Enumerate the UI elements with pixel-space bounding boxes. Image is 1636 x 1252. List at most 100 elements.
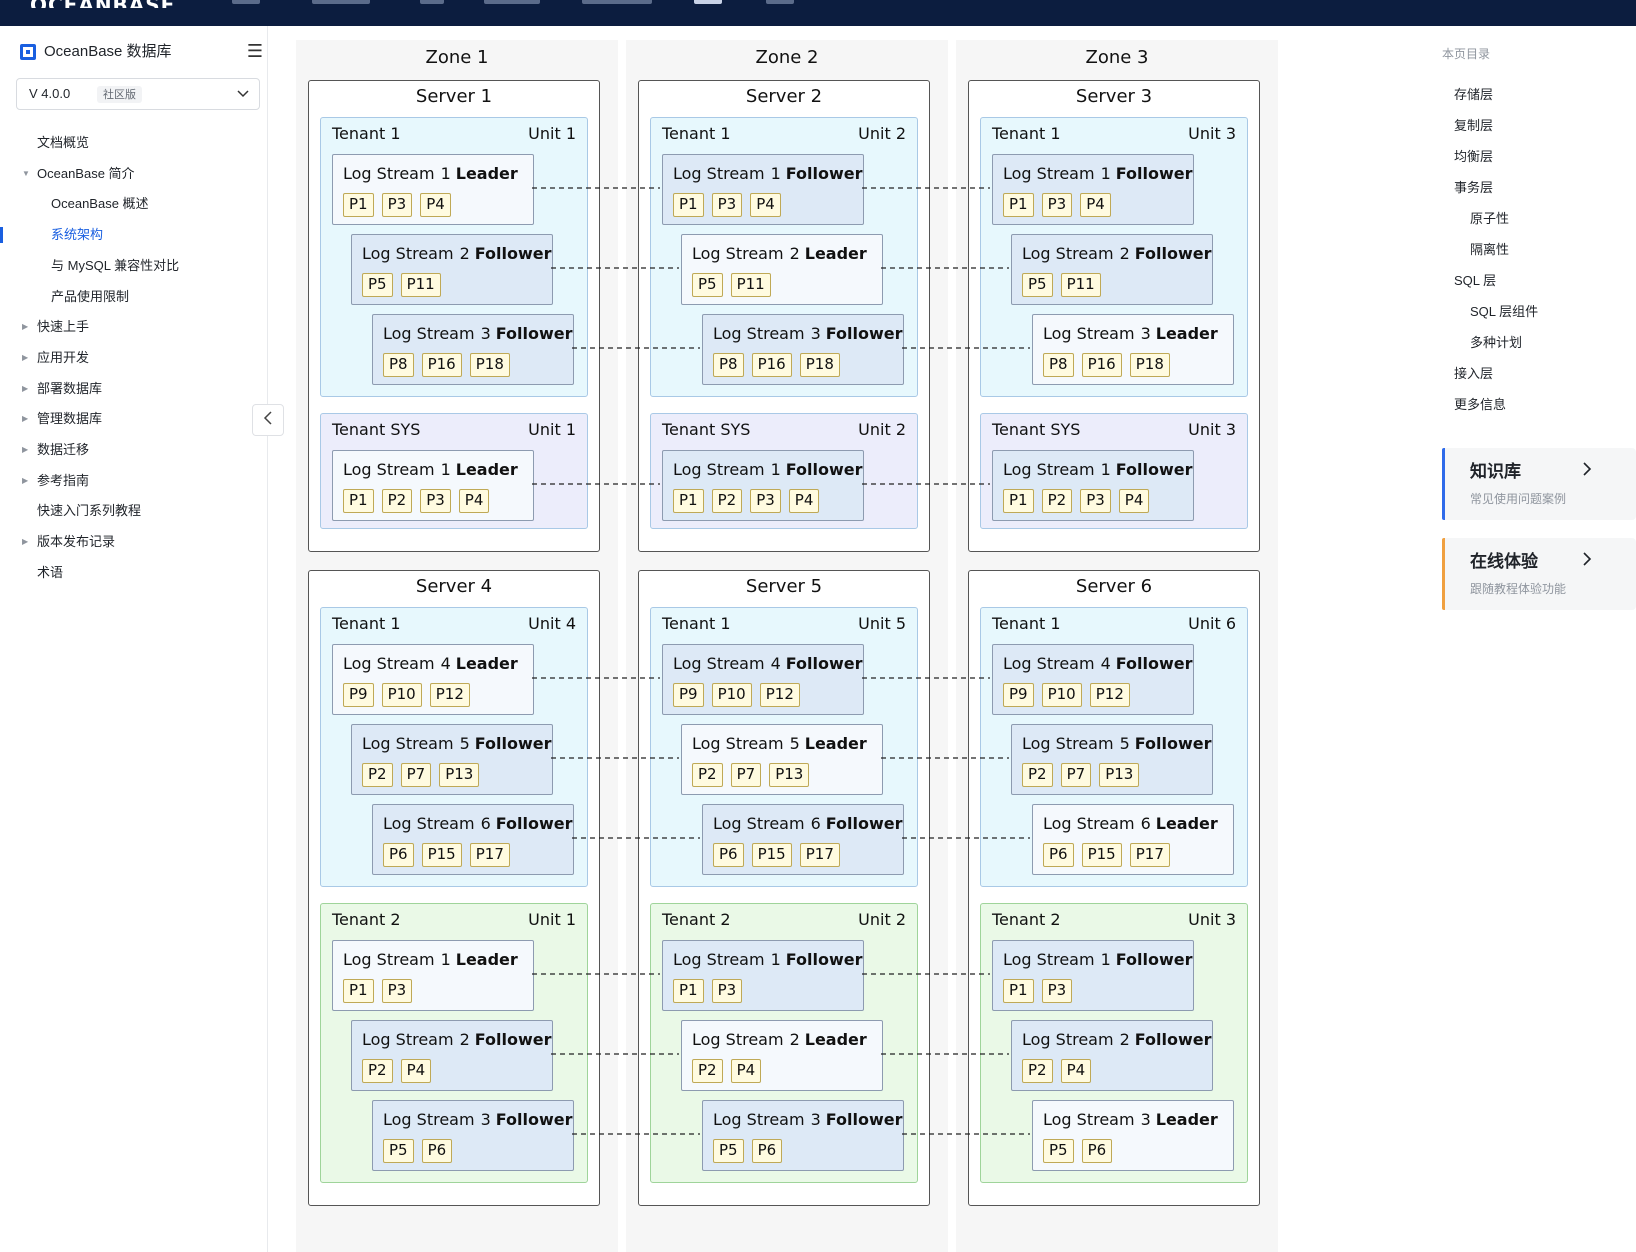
partition-chip: P1 [343,979,374,1003]
caret-right-icon[interactable]: ▶ [22,466,28,496]
sidebar-item[interactable]: 术语 [0,558,268,588]
toc-item[interactable]: 均衡层 [1454,148,1493,166]
sidebar-item[interactable]: ▶ 快速上手 [0,312,268,342]
log-stream-prefix: Log Stream [713,1110,805,1129]
sidebar-item[interactable]: ▶ 版本发布记录 [0,527,268,557]
log-stream-role: Follower [785,460,863,479]
card-title: 知识库 [1470,462,1521,482]
partition-list: P2 P4 [1022,1059,1099,1083]
sidebar-item[interactable]: ▶ 部署数据库 [0,374,268,404]
sidebar-item[interactable]: ▶ 参考指南 [0,466,268,496]
tenant-name: Tenant 1 [992,614,1061,633]
partition-list: P5 P11 [362,273,449,297]
sidebar-item[interactable]: 产品使用限制 [0,282,268,312]
sidebar-item[interactable]: ▶ 管理数据库 [0,404,268,434]
partition-chip: P17 [469,843,510,867]
sidebar-item-label: 数据迁移 [37,442,90,457]
promo-card[interactable]: 知识库 常见使用问题案例 [1442,448,1636,520]
sidebar-item[interactable]: 文档概览 [0,128,268,158]
tenant-unit: Unit 5 [858,614,906,633]
toc-item[interactable]: 更多信息 [1454,396,1506,414]
log-stream-box: Log Stream 3 Follower P5 P6 [702,1100,904,1171]
oceanbase-logo-icon [20,44,36,60]
caret-right-icon[interactable]: ▶ [22,312,28,342]
log-stream-id: 4 [440,654,451,673]
partition-chip: P4 [788,489,820,513]
sidebar-item[interactable]: 快速入门系列教程 [0,496,268,526]
card-title: 在线体验 [1470,552,1538,572]
partition-chip: P11 [1060,273,1101,297]
sidebar-collapse-button[interactable] [252,404,284,436]
log-stream-title: Log Stream 5 Follower [362,733,552,755]
toc-item[interactable]: SQL 层 [1454,272,1496,290]
chevron-right-icon [1582,550,1592,574]
caret-right-icon[interactable]: ▶ [22,527,28,557]
server-box: Server 5 Tenant 1 Unit 5 Log Stream 4 Followe… [638,570,930,1206]
partition-list: P9 P10 P12 [343,683,478,707]
log-stream-role: Leader [455,460,518,479]
nav-item-stub[interactable] [420,0,444,4]
partition-list: P2 P4 [362,1059,439,1083]
caret-right-icon[interactable]: ▶ [22,374,28,404]
log-stream-title: Log Stream 5 Follower [1022,733,1212,755]
partition-chip: P4 [730,1059,762,1083]
partition-chip: P7 [730,763,762,787]
partition-chip: P1 [673,489,704,513]
sidebar-item[interactable]: ▶ 数据迁移 [0,435,268,465]
sidebar-title[interactable]: OceanBase 数据库 [44,40,172,64]
partition-chip: P13 [769,763,810,787]
partition-chip: P8 [1043,353,1074,377]
nav-item-stub[interactable] [766,0,794,4]
toc-item[interactable]: 事务层 [1454,179,1493,197]
toc-item[interactable]: SQL 层组件 [1470,303,1538,321]
chevron-right-icon [1582,460,1592,484]
log-stream-role: Follower [495,324,573,343]
log-stream-id: 6 [810,814,821,833]
log-stream-id: 1 [1100,460,1111,479]
caret-right-icon[interactable]: ▶ [22,343,28,373]
nav-item-stub[interactable] [694,0,722,4]
log-stream-id: 1 [440,950,451,969]
sidebar-item-label: 部署数据库 [37,380,103,396]
log-stream-box: Log Stream 5 Follower P2 P7 P13 [1011,724,1213,795]
oceanbase-logo[interactable]: OCEANBASE [30,0,175,8]
version-select[interactable]: V 4.0.0 社区版 [16,78,260,110]
sidebar-item[interactable]: OceanBase 概述 [0,189,268,219]
server-box: Server 6 Tenant 1 Unit 6 Log Stream 4 Followe… [968,570,1260,1206]
toc-item[interactable]: 复制层 [1454,117,1493,135]
nav-item-stub[interactable] [312,0,370,4]
partition-list: P1 P2 P3 P4 [673,489,827,513]
sidebar-item[interactable]: 与 MySQL 兼容性对比 [0,251,268,281]
sidebar-header: OceanBase 数据库 ☰ [18,40,263,64]
log-stream-id: 6 [1140,814,1151,833]
partition-chip: P3 [1041,979,1073,1003]
sidebar-item-label: 参考指南 [37,472,90,488]
partition-chip: P5 [692,273,723,297]
log-stream-title: Log Stream 2 Follower [362,243,552,265]
caret-down-icon[interactable]: ▼ [22,159,30,189]
nav-item-stub[interactable] [582,0,652,4]
caret-right-icon[interactable]: ▶ [22,435,28,465]
nav-item-stub[interactable] [232,0,260,4]
caret-right-icon[interactable]: ▶ [22,404,28,434]
sidebar-item[interactable]: ▼ OceanBase 简介 [0,159,268,189]
log-stream-prefix: Log Stream [362,734,454,753]
sidebar-item[interactable]: ▶ 应用开发 [0,343,268,373]
sidebar-item-label: 管理数据库 [37,411,103,427]
hamburger-icon[interactable]: ☰ [247,43,263,61]
toc-item[interactable]: 多种计划 [1470,334,1522,352]
toc-item[interactable]: 存储层 [1454,86,1493,104]
log-stream-role: Follower [825,814,903,833]
sidebar-item[interactable]: 系统架构 [0,220,268,250]
sidebar-item-label: 快速入门系列教程 [37,503,142,519]
toc-item[interactable]: 隔离性 [1470,241,1509,259]
tenant-name: Tenant 1 [332,614,401,633]
nav-item-stub[interactable] [484,0,540,4]
partition-list: P5 P6 [383,1139,460,1163]
toc-item[interactable]: 原子性 [1470,210,1509,228]
promo-card[interactable]: 在线体验 跟随教程体验功能 [1442,538,1636,610]
partition-list: P6 P15 P17 [713,843,848,867]
partition-chip: P18 [1129,353,1170,377]
log-stream-title: Log Stream 1 Leader [343,949,518,971]
toc-item[interactable]: 接入层 [1454,365,1493,383]
